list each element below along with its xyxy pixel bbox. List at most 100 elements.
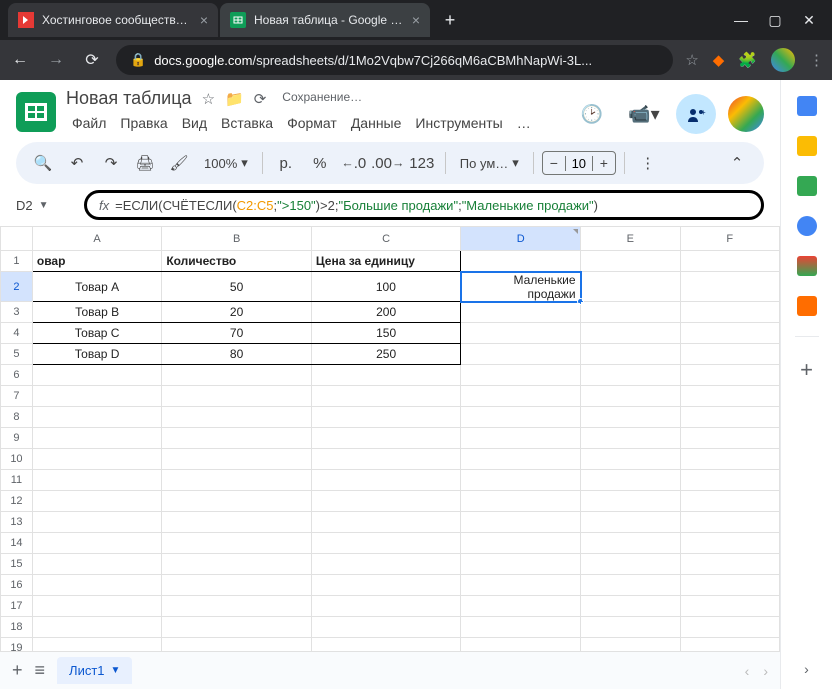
spreadsheet-grid[interactable]: A B C D E F 1 овар Количество Цена за ед… xyxy=(0,226,780,651)
cell[interactable] xyxy=(32,638,161,652)
account-avatar[interactable] xyxy=(728,96,764,132)
cell[interactable] xyxy=(680,302,780,323)
cell[interactable] xyxy=(162,638,312,652)
cell[interactable] xyxy=(32,575,161,596)
cell[interactable] xyxy=(680,596,780,617)
cell[interactable]: 70 xyxy=(162,323,312,344)
font-selector[interactable]: По ум… ▾ xyxy=(454,155,525,171)
browser-tab[interactable]: Хостинговое сообщество «Tim × xyxy=(8,3,218,37)
cell[interactable]: 20 xyxy=(162,302,312,323)
zoom-selector[interactable]: 100% ▾ xyxy=(198,155,254,171)
cell[interactable] xyxy=(680,638,780,652)
cell[interactable]: 100 xyxy=(311,272,460,302)
paint-format-button[interactable]: 🖌 xyxy=(164,148,194,178)
back-button[interactable]: ← xyxy=(8,51,32,69)
cell[interactable] xyxy=(32,365,161,386)
menu-format[interactable]: Формат xyxy=(281,113,343,133)
cell[interactable] xyxy=(162,575,312,596)
cell[interactable] xyxy=(162,365,312,386)
tasks-icon[interactable] xyxy=(797,176,817,196)
cell[interactable]: Товар С xyxy=(32,323,161,344)
cell[interactable] xyxy=(461,344,581,365)
col-header-e[interactable]: E xyxy=(581,227,680,251)
cell[interactable] xyxy=(680,533,780,554)
increase-font-button[interactable]: + xyxy=(593,155,615,171)
doc-title[interactable]: Новая таблица xyxy=(66,88,192,109)
cell[interactable] xyxy=(680,470,780,491)
sheet-scroll-right[interactable]: › xyxy=(763,663,768,679)
all-sheets-button[interactable]: ≡ xyxy=(35,660,46,681)
cell[interactable] xyxy=(311,386,460,407)
redo-button[interactable]: ↷ xyxy=(96,148,126,178)
cell[interactable] xyxy=(581,617,680,638)
cell[interactable]: Товар В xyxy=(32,302,161,323)
cell[interactable] xyxy=(680,365,780,386)
row-header[interactable]: 6 xyxy=(1,365,33,386)
new-tab-button[interactable]: + xyxy=(436,6,464,34)
cell[interactable] xyxy=(311,491,460,512)
cell[interactable] xyxy=(461,596,581,617)
cell[interactable] xyxy=(680,323,780,344)
extension-icon[interactable]: ◆ xyxy=(713,51,725,69)
row-header[interactable]: 8 xyxy=(1,407,33,428)
menu-icon[interactable]: ⋮ xyxy=(809,51,824,69)
row-header[interactable]: 4 xyxy=(1,323,33,344)
cell[interactable] xyxy=(680,344,780,365)
star-icon[interactable]: ☆ xyxy=(202,90,215,108)
cell[interactable] xyxy=(680,554,780,575)
cell[interactable] xyxy=(311,533,460,554)
cell[interactable] xyxy=(461,365,581,386)
cell[interactable] xyxy=(581,575,680,596)
forward-button[interactable]: → xyxy=(44,51,68,69)
cell[interactable] xyxy=(581,554,680,575)
keep-icon[interactable] xyxy=(797,136,817,156)
col-header-d[interactable]: D xyxy=(461,227,581,251)
cell[interactable] xyxy=(32,470,161,491)
cell[interactable] xyxy=(581,365,680,386)
cell[interactable] xyxy=(581,638,680,652)
cell[interactable] xyxy=(581,533,680,554)
sheets-logo[interactable] xyxy=(16,92,56,132)
cell[interactable] xyxy=(581,302,680,323)
row-header[interactable]: 5 xyxy=(1,344,33,365)
cell[interactable] xyxy=(162,533,312,554)
close-button[interactable]: ✕ xyxy=(802,12,816,29)
calendar-icon[interactable] xyxy=(797,96,817,116)
cell[interactable] xyxy=(680,428,780,449)
cell[interactable] xyxy=(581,344,680,365)
row-header[interactable]: 1 xyxy=(1,251,33,272)
row-header[interactable]: 9 xyxy=(1,428,33,449)
row-header[interactable]: 13 xyxy=(1,512,33,533)
star-icon[interactable]: ☆ xyxy=(685,51,698,69)
menu-data[interactable]: Данные xyxy=(345,113,408,133)
percent-button[interactable]: % xyxy=(305,148,335,178)
reload-button[interactable]: ⟳ xyxy=(80,50,104,70)
name-box[interactable]: D2▼ xyxy=(16,198,76,213)
currency-button[interactable]: р. xyxy=(271,148,301,178)
cell[interactable] xyxy=(581,428,680,449)
cell[interactable]: 200 xyxy=(311,302,460,323)
url-bar[interactable]: 🔒 docs.google.com/spreadsheets/d/1Mo2Vqb… xyxy=(116,45,673,75)
cell[interactable] xyxy=(32,491,161,512)
collapse-toolbar-button[interactable]: ⌃ xyxy=(722,148,752,178)
row-header[interactable]: 15 xyxy=(1,554,33,575)
browser-tab-active[interactable]: Новая таблица - Google Табли × xyxy=(220,3,430,37)
cell[interactable] xyxy=(581,470,680,491)
cell[interactable] xyxy=(581,272,680,302)
menu-insert[interactable]: Вставка xyxy=(215,113,279,133)
cell[interactable] xyxy=(162,512,312,533)
cell[interactable] xyxy=(461,251,581,272)
row-header[interactable]: 12 xyxy=(1,491,33,512)
cell[interactable] xyxy=(162,449,312,470)
cell[interactable] xyxy=(311,449,460,470)
selected-cell[interactable]: Маленькие продажи xyxy=(461,272,581,302)
cell[interactable] xyxy=(32,407,161,428)
row-header[interactable]: 3 xyxy=(1,302,33,323)
cell[interactable] xyxy=(32,512,161,533)
row-header[interactable]: 10 xyxy=(1,449,33,470)
minimize-button[interactable]: — xyxy=(734,12,748,29)
cell[interactable] xyxy=(461,491,581,512)
close-tab-icon[interactable]: × xyxy=(412,12,420,28)
cell[interactable] xyxy=(680,386,780,407)
cell[interactable] xyxy=(581,596,680,617)
